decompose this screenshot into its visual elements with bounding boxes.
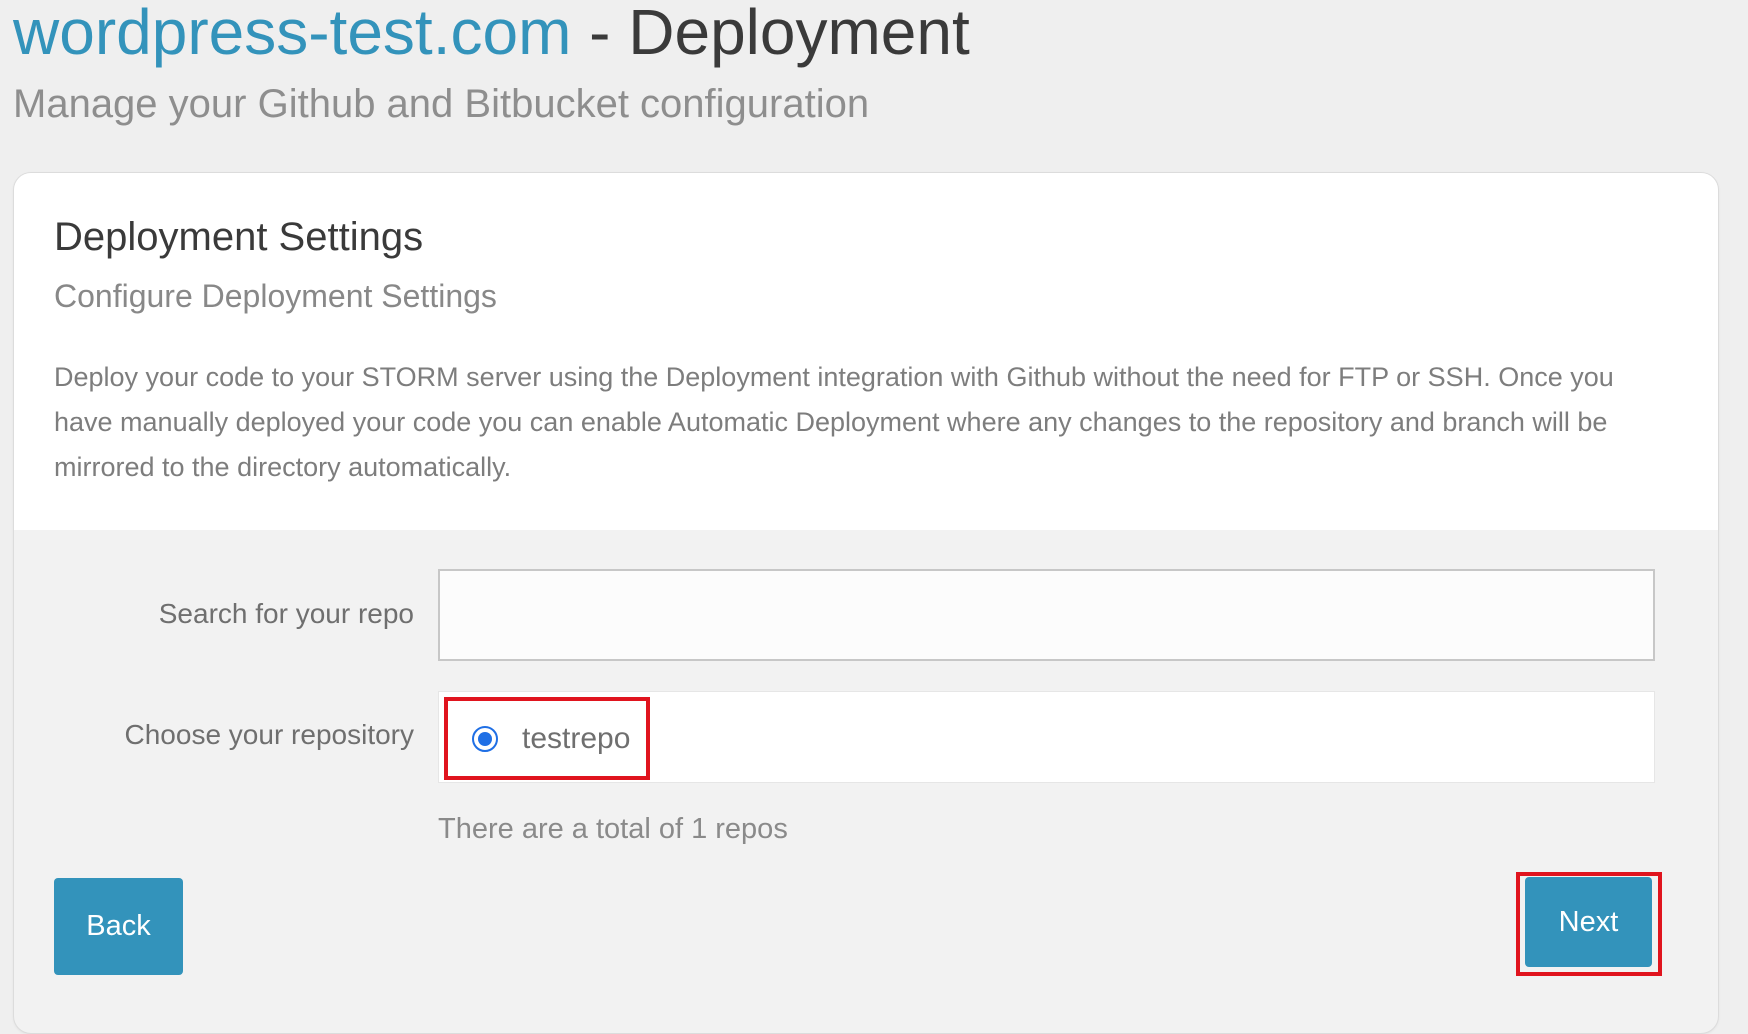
repo-option-label: testrepo bbox=[522, 721, 631, 755]
card-title: Deployment Settings bbox=[54, 215, 424, 259]
choose-repo-label: Choose your repository bbox=[124, 719, 414, 750]
repo-list: testrepo bbox=[438, 691, 1655, 783]
next-button[interactable]: Next bbox=[1525, 877, 1652, 967]
repo-count-text: There are a total of 1 repos bbox=[438, 813, 788, 845]
deployment-settings-card: Deployment Settings Configure Deployment… bbox=[13, 172, 1719, 1034]
site-name-link[interactable]: wordpress-test.com bbox=[13, 0, 571, 68]
search-repo-label: Search for your repo bbox=[158, 598, 414, 629]
card-header-section: Deployment Settings Configure Deployment… bbox=[14, 173, 1718, 530]
repo-option-testrepo[interactable]: testrepo bbox=[444, 697, 650, 780]
radio-selected-icon[interactable] bbox=[472, 725, 498, 752]
back-button[interactable]: Back bbox=[54, 878, 183, 975]
search-repo-input[interactable] bbox=[438, 569, 1655, 661]
page-header: wordpress-test.com - Deployment Manage y… bbox=[13, 0, 1713, 126]
page-title: wordpress-test.com - Deployment bbox=[13, 0, 1713, 64]
page-subtitle: Manage your Github and Bitbucket configu… bbox=[13, 82, 870, 126]
radio-dot bbox=[478, 731, 492, 746]
card-description: Deploy your code to your STORM server us… bbox=[54, 362, 1614, 482]
card-subtitle: Configure Deployment Settings bbox=[54, 278, 497, 314]
title-separator: - bbox=[571, 0, 629, 68]
title-section: Deployment bbox=[628, 0, 970, 68]
